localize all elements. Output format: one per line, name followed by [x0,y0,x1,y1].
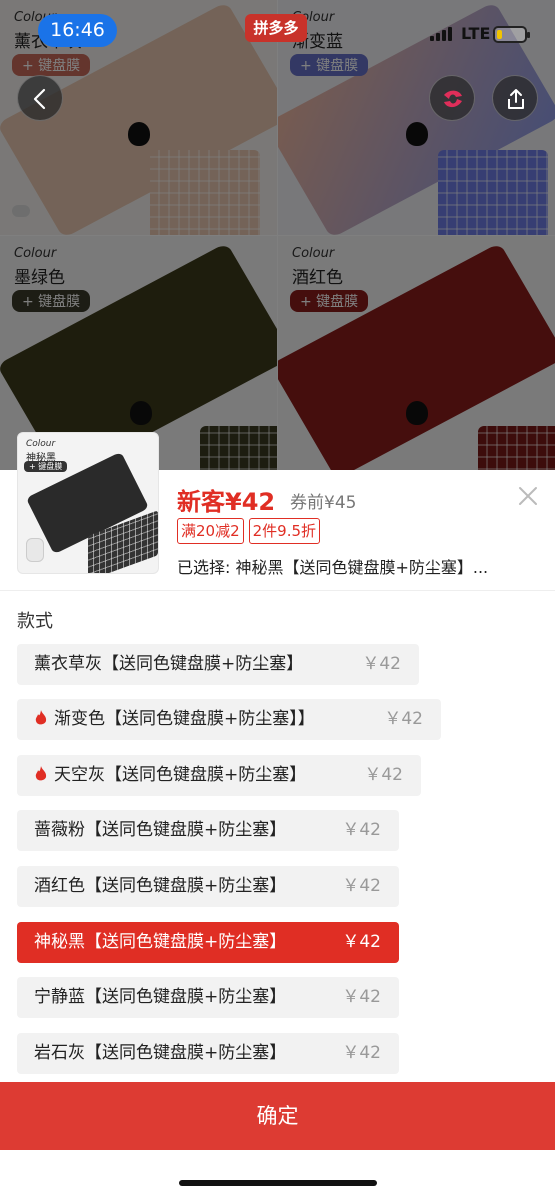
option-price: ￥42 [342,820,381,840]
earbud-image [26,538,44,562]
thumb-colour-label: Colour [26,439,56,449]
style-option[interactable]: 岩石灰【送同色键盘膜+防尘塞】 ￥42 [17,1033,399,1074]
option-label: 渐变色【送同色键盘膜+防尘塞】】 [54,709,315,729]
option-label: 宁静蓝【送同色键盘膜+防尘塞】 [34,987,287,1007]
brand-logo-icon [444,90,462,108]
status-time: 16:46 [38,14,117,47]
option-price: ￥42 [342,987,381,1007]
option-label: 天空灰【送同色键盘膜+防尘塞】 [54,765,307,785]
coupon-tag: 2件9.5折 [248,518,321,544]
network-type: LTE [461,24,491,43]
style-section-title: 款式 [17,611,53,632]
modal-overlay[interactable] [0,0,555,470]
fire-icon [35,710,47,725]
product-image-gallery[interactable]: Colour 薰衣草灰 + 键盘膜 Colour 渐变蓝 + 键盘膜 Colou… [0,0,555,470]
selected-product-thumbnail[interactable]: Colour 神秘黑 + 键盘膜 [17,432,159,574]
chevron-left-icon [33,88,46,110]
option-price: ￥42 [384,709,423,729]
style-option[interactable]: 渐变色【送同色键盘膜+防尘塞】】 ￥42 [17,699,441,740]
new-customer-price: 新客¥42 [177,488,276,516]
home-indicator [179,1180,377,1186]
style-option[interactable]: 薰衣草灰【送同色键盘膜+防尘塞】 ￥42 [17,644,419,685]
battery-icon [493,26,530,43]
style-option[interactable]: 蔷薇粉【送同色键盘膜+防尘塞】 ￥42 [17,810,399,851]
option-label: 岩石灰【送同色键盘膜+防尘塞】 [34,1043,287,1063]
confirm-button[interactable]: 确定 [0,1082,555,1150]
option-label: 酒红色【送同色键盘膜+防尘塞】 [34,876,287,896]
option-price: ￥42 [362,654,401,674]
sku-selection-sheet: Colour 神秘黑 + 键盘膜 新客¥42 券前¥45 满20减2 2件9.5… [0,432,555,1200]
coupon-tag: 满20减2 [177,518,244,544]
close-icon[interactable] [516,484,540,508]
style-option[interactable]: 宁静蓝【送同色键盘膜+防尘塞】 ￥42 [17,977,399,1018]
option-price: ￥42 [342,1043,381,1063]
option-label: 薰衣草灰【送同色键盘膜+防尘塞】 [34,654,304,674]
style-option[interactable]: 酒红色【送同色键盘膜+防尘塞】 ￥42 [17,866,399,907]
thumb-keyboard-tag: + 键盘膜 [24,461,68,472]
option-price: ￥42 [342,932,381,952]
option-price: ￥42 [342,876,381,896]
pre-coupon-price: 券前¥45 [290,493,357,513]
style-option[interactable]: 天空灰【送同色键盘膜+防尘塞】 ￥42 [17,755,421,796]
selected-variant-text: 已选择: 神秘黑【送同色键盘膜+防尘塞】... [177,558,489,577]
option-label: 神秘黑【送同色键盘膜+防尘塞】 [34,932,287,952]
option-price: ￥42 [364,765,403,785]
back-button[interactable] [17,75,63,121]
style-option-selected[interactable]: 神秘黑【送同色键盘膜+防尘塞】 ￥42 [17,922,399,963]
option-label: 蔷薇粉【送同色键盘膜+防尘塞】 [34,820,287,840]
divider [0,590,555,591]
status-bar: 16:46 拼多多 LTE [0,0,555,60]
share-button[interactable] [492,75,538,121]
share-icon [508,89,524,109]
fire-icon [35,766,47,781]
coupon-tags: 满20减2 2件9.5折 [177,518,321,544]
brand-logo-button[interactable] [429,75,475,121]
app-badge: 拼多多 [245,14,307,42]
